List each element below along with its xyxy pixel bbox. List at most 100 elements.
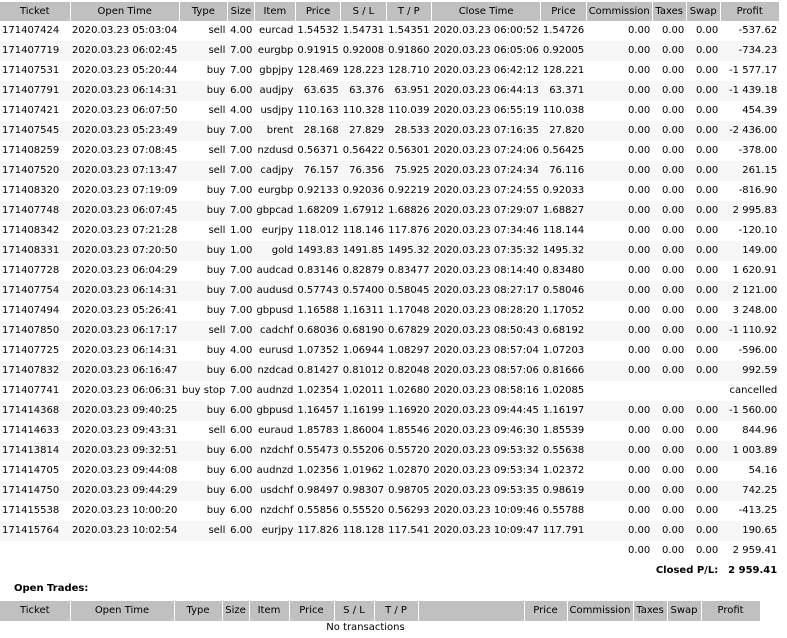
table-row[interactable]: 171414705 2020.03.23 09:44:08 buy 6.00 audnz… (0, 461, 779, 481)
cell-swap: 0.00 (686, 201, 721, 221)
cell-size: 7.00 (227, 201, 255, 221)
table-row[interactable]: 171407850 2020.03.23 06:17:17 sell 7.00 cadc… (0, 321, 780, 341)
table-row[interactable]: 171408259 2020.03.23 07:08:45 sell 7.00 nzdu… (0, 141, 779, 161)
col-type[interactable]: Type (179, 2, 228, 21)
table-row[interactable]: 171407424 2020.03.23 05:03:04 sell 4.00 eurc… (0, 21, 779, 41)
cell-commission: 0.00 (627, 305, 651, 316)
table-row[interactable]: 171407531 2020.03.23 05:20:44 buy 7.00 gbpjp… (0, 61, 779, 81)
cell-size: 6.00 (227, 481, 255, 501)
cell-close-time: 2020.03.23 06:00:52 (433, 25, 539, 36)
cell-open-price: 1.54532 (297, 25, 339, 36)
cell-open-price: 110.163 (297, 105, 339, 116)
col-tp[interactable]: T / P (386, 2, 432, 21)
cell-tp: 117.876 (388, 225, 430, 236)
cell-commission: 0.00 (586, 401, 653, 421)
open-col-tp[interactable]: T / P (374, 601, 419, 621)
cell-open-price: 0.57743 (295, 281, 341, 301)
col-taxes[interactable]: Taxes (652, 2, 687, 21)
cell-profit: -537.62 (738, 25, 778, 36)
cell-item: gold (254, 241, 296, 261)
table-row[interactable]: 171414750 2020.03.23 09:44:29 buy 6.00 usdch… (0, 481, 780, 501)
table-row[interactable]: 171407832 2020.03.23 06:16:47 buy 6.00 nzdca… (0, 361, 780, 381)
cell-sl: 1.06944 (342, 345, 385, 356)
table-row[interactable]: 171407725 2020.03.23 06:14:31 buy 4.00 eurus… (0, 341, 779, 361)
open-col-type[interactable]: Type (174, 601, 223, 621)
cell-close-time: 2020.03.23 10:09:47 (431, 521, 541, 541)
cell-ticket: 171407741 (2, 385, 60, 396)
cell-close-price: 0.92033 (542, 185, 585, 196)
table-row[interactable]: 171407754 2020.03.23 06:14:31 buy 7.00 audus… (0, 281, 780, 301)
table-row[interactable]: 171414368 2020.03.23 09:40:25 buy 6.00 gbpus… (0, 401, 780, 421)
cell-ticket: 171407728 (2, 265, 60, 276)
table-row[interactable]: 171407791 2020.03.23 06:14:31 buy 6.00 audjp… (0, 81, 780, 101)
col-item[interactable]: Item (254, 2, 296, 21)
table-row[interactable]: 171407719 2020.03.23 06:02:45 sell 7.00 eurg… (0, 41, 780, 61)
col-sl[interactable]: S / L (340, 2, 387, 21)
table-row[interactable]: 171407728 2020.03.23 06:04:29 buy 7.00 audca… (0, 261, 779, 281)
cell-close-price: 63.371 (540, 81, 587, 101)
cell-close-price: 0.92005 (540, 41, 587, 61)
table-row[interactable]: 171415764 2020.03.23 10:02:54 sell 6.00 eurj… (0, 521, 780, 541)
cell-close-time: 2020.03.23 09:44:45 (431, 401, 541, 421)
cell-ticket: 171407545 (0, 121, 70, 141)
col-commission[interactable]: Commission (586, 2, 653, 21)
cell-tp: 0.91860 (386, 41, 432, 61)
table-row[interactable]: 171408320 2020.03.23 07:19:09 buy 7.00 eurgb… (0, 181, 779, 201)
col-open-time[interactable]: Open Time (70, 2, 180, 21)
open-col-sl[interactable]: S / L (334, 601, 375, 621)
cell-commission: 0.00 (586, 361, 653, 381)
open-col-price[interactable]: Price (289, 601, 335, 621)
cell-item: audcad (256, 265, 294, 276)
col-profit[interactable]: Profit (720, 2, 780, 21)
cell-tp: 1.17048 (388, 305, 430, 316)
cell-size: 7.00 (230, 385, 253, 396)
open-col-item[interactable]: Item (249, 601, 290, 621)
cell-sl: 1.16199 (340, 401, 387, 421)
open-col-open-time[interactable]: Open Time (70, 601, 175, 621)
col-close-price[interactable]: Price (540, 2, 587, 21)
open-col-taxes[interactable]: Taxes (633, 601, 668, 621)
cell-commission: 0.00 (627, 65, 651, 76)
table-row[interactable]: 171407748 2020.03.23 06:07:45 buy 7.00 gbpca… (0, 201, 780, 221)
cell-sl: 1.54731 (342, 25, 385, 36)
cell-close-time: 2020.03.23 08:57:06 (431, 361, 541, 381)
table-row[interactable]: 171415538 2020.03.23 10:00:20 buy 6.00 nzdch… (0, 501, 779, 521)
col-close-time[interactable]: Close Time (431, 2, 542, 21)
open-col-commission[interactable]: Commission (567, 601, 634, 621)
cell-commission: 0.00 (627, 425, 651, 436)
cell-close-price: 0.81666 (540, 361, 587, 381)
cell-close-price: 1.54726 (542, 25, 585, 36)
cell-tp: 28.533 (386, 121, 432, 141)
col-ticket[interactable]: Ticket (0, 2, 71, 21)
table-row[interactable]: 171407421 2020.03.23 06:07:50 sell 4.00 usdj… (0, 101, 779, 121)
cell-close-price: 0.83480 (542, 265, 585, 276)
cell-profit: 1 620.91 (732, 265, 778, 276)
cell-close-price: 1.16197 (540, 401, 587, 421)
open-col-profit[interactable]: Profit (701, 601, 761, 621)
table-row[interactable]: 171407545 2020.03.23 05:23:49 buy 7.00 brent… (0, 121, 780, 141)
open-col-swap[interactable]: Swap (667, 601, 702, 621)
table-row[interactable]: 171408331 2020.03.23 07:20:50 buy 1.00 gold 1… (0, 241, 780, 261)
cell-taxes: 0.00 (652, 241, 687, 261)
table-row[interactable]: 171407494 2020.03.23 05:26:41 buy 7.00 gbpus… (0, 301, 779, 321)
cell-tp: 0.56301 (388, 145, 430, 156)
table-row[interactable]: 171408342 2020.03.23 07:21:28 sell 1.00 eurj… (0, 221, 779, 241)
table-row[interactable]: 171407741 2020.03.23 06:06:31 buy stop 7.00… (0, 381, 779, 401)
cell-taxes: 0.00 (652, 201, 687, 221)
cell-open-time: 2020.03.23 06:14:31 (70, 281, 180, 301)
col-size[interactable]: Size (227, 2, 255, 21)
cell-taxes: 0.00 (652, 441, 687, 461)
col-price[interactable]: Price (295, 2, 342, 21)
cell-open-price: 0.68036 (295, 321, 341, 341)
open-col-size[interactable]: Size (222, 601, 250, 621)
col-swap[interactable]: Swap (686, 2, 721, 21)
cell-commission: 0.00 (627, 145, 651, 156)
cell-ticket: 171407494 (2, 305, 60, 316)
cell-item: eurcad (259, 25, 294, 36)
table-row[interactable]: 171413814 2020.03.23 09:32:51 buy 6.00 nzdch… (0, 441, 780, 461)
table-row[interactable]: 171407520 2020.03.23 07:13:47 sell 7.00 cadj… (0, 161, 780, 181)
open-col-market-price[interactable]: Price (524, 601, 568, 621)
open-col-ticket[interactable]: Ticket (0, 601, 71, 621)
cell-commission: 0.00 (627, 105, 651, 116)
table-row[interactable]: 171414633 2020.03.23 09:43:31 sell 6.00 eura… (0, 421, 779, 441)
